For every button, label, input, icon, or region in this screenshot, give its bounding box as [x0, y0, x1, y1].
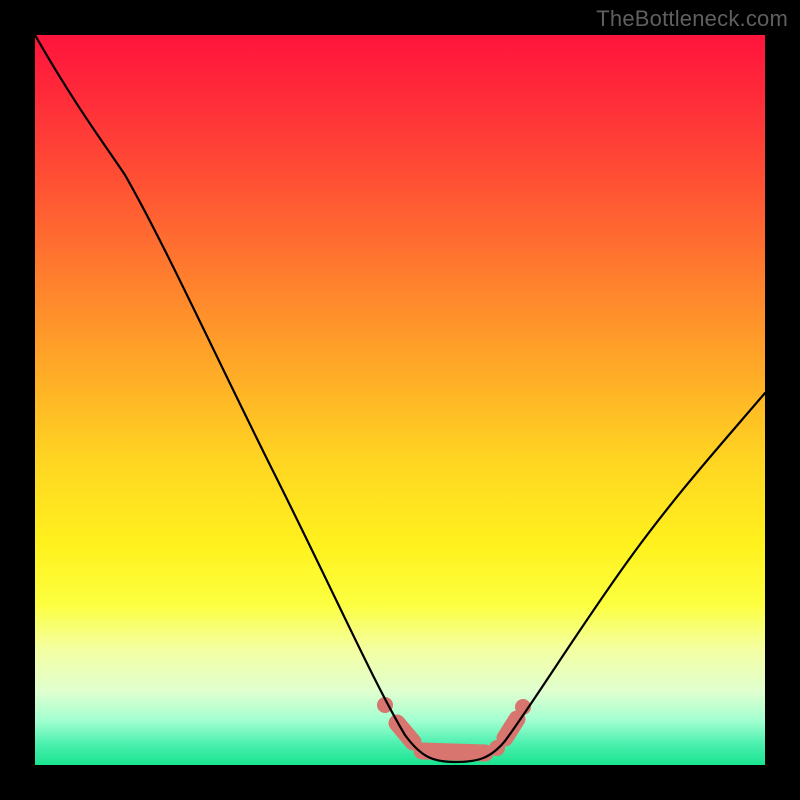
watermark-text: TheBottleneck.com [596, 6, 788, 32]
highlight-segment [422, 751, 485, 753]
chart-svg [35, 35, 765, 765]
bottleneck-curve [35, 35, 765, 762]
chart-frame: TheBottleneck.com [0, 0, 800, 800]
plot-area [35, 35, 765, 765]
